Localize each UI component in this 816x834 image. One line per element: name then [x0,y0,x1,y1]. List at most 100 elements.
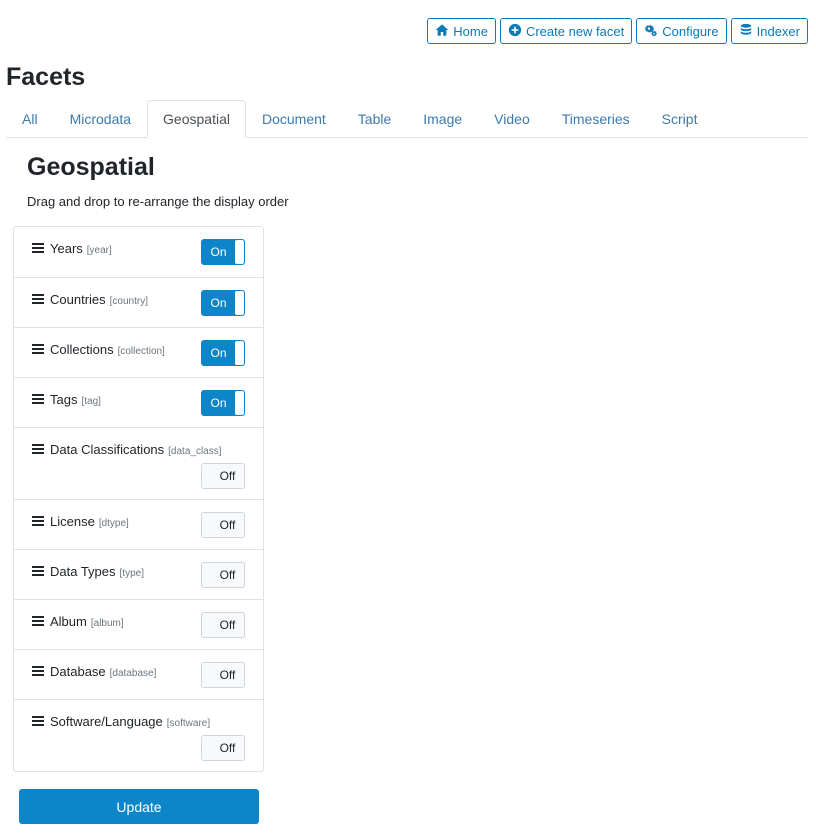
facet-item[interactable]: Collections [collection] On [14,327,263,377]
facet-item[interactable]: Years [year] On [14,227,263,277]
facet-item[interactable]: Tags [tag] On [14,377,263,427]
facet-item[interactable]: Data Types [type] Off [14,549,263,599]
drag-handle-icon[interactable] [32,564,44,576]
toggle-state-label: On [210,396,227,410]
facet-toggle[interactable]: Off [201,662,245,688]
facet-item[interactable]: Album [album] Off [14,599,263,649]
facet-name: Data Types [50,564,116,579]
facet-name: License [50,514,95,529]
drag-handle-icon[interactable] [32,342,44,354]
facet-toggle[interactable]: On [201,390,245,416]
facet-list: Years [year] On Countries [country] On Collect… [13,226,264,772]
indexer-button[interactable]: Indexer [730,18,808,44]
facet-toggle[interactable]: On [201,290,245,316]
home-button-label: Home [453,23,488,39]
facet-toggle[interactable]: Off [201,735,245,761]
toggle-knob [235,240,244,264]
toolbar: Home Create new facet Configure Indexer [427,18,808,44]
drag-handle-icon[interactable] [32,714,44,726]
toggle-knob [202,464,211,488]
facet-name: Countries [50,292,106,307]
toggle-state-label: Off [219,668,236,682]
facet-label: Data Types [type] [32,564,144,579]
facet-name: Collections [50,342,114,357]
configure-label: Configure [662,23,719,39]
tab-script[interactable]: Script [646,100,714,138]
configure-button[interactable]: Configure [636,18,727,44]
tab-video[interactable]: Video [478,100,546,138]
update-button[interactable]: Update [19,789,259,824]
gears-icon [644,23,658,40]
tab-microdata[interactable]: Microdata [54,100,147,138]
facet-label: Tags [tag] [32,392,101,407]
toggle-knob [235,291,244,315]
facet-key: [album] [90,618,124,629]
section-title: Geospatial [27,153,155,181]
drag-handle-icon[interactable] [32,664,44,676]
facet-key: [type] [119,568,144,579]
tab-all[interactable]: All [6,100,54,138]
tab-timeseries[interactable]: Timeseries [546,100,646,138]
home-icon [435,23,449,40]
tab-document[interactable]: Document [246,100,342,138]
instructions: Drag and drop to re-arrange the display … [27,194,289,209]
facet-toggle[interactable]: Off [201,512,245,538]
toggle-state-label: On [210,296,227,310]
facet-toggle[interactable]: On [201,340,245,366]
facet-toggle[interactable]: Off [201,463,245,489]
facet-key: [database] [109,668,157,679]
facet-label: License [dtype] [32,514,129,529]
facet-key: [data_class] [168,446,222,457]
toggle-knob [202,663,211,687]
facet-key: [country] [109,296,148,307]
tab-image[interactable]: Image [407,100,478,138]
facet-toggle[interactable]: Off [201,612,245,638]
create-new-facet-button[interactable]: Create new facet [499,18,633,44]
facet-name: Tags [50,392,78,407]
facet-item[interactable]: License [dtype] Off [14,499,263,549]
facet-name: Album [50,614,87,629]
facet-name: Data Classifications [50,442,165,457]
drag-handle-icon[interactable] [32,514,44,526]
tab-geospatial[interactable]: Geospatial [147,100,246,138]
drag-handle-icon[interactable] [32,442,44,454]
facet-label: Data Classifications [data_class] [32,442,222,457]
toggle-knob [235,341,244,365]
facet-item[interactable]: Software/Language [software] Off [14,699,263,771]
home-button[interactable]: Home [427,18,496,44]
database-icon [739,23,753,40]
drag-handle-icon[interactable] [32,241,44,253]
facet-label: Countries [country] [32,292,148,307]
toggle-state-label: Off [219,469,236,483]
facet-label: Database [database] [32,664,156,679]
facet-key: [dtype] [98,518,129,529]
facet-item[interactable]: Database [database] Off [14,649,263,699]
toggle-knob [202,613,211,637]
toggle-state-label: Off [219,518,236,532]
toggle-state-label: Off [219,568,236,582]
toggle-knob [202,513,211,537]
facet-name: Database [50,664,106,679]
toggle-state-label: On [210,245,227,259]
toggle-knob [235,391,244,415]
tab-table[interactable]: Table [342,100,407,138]
facet-toggle[interactable]: Off [201,562,245,588]
facet-label: Album [album] [32,614,124,629]
facet-key: [year] [86,245,112,256]
toggle-knob [202,736,211,760]
drag-handle-icon[interactable] [32,292,44,304]
facet-toggle[interactable]: On [201,239,245,265]
drag-handle-icon[interactable] [32,614,44,626]
drag-handle-icon[interactable] [32,392,44,404]
facet-label: Collections [collection] [32,342,165,357]
create-new-facet-label: Create new facet [525,23,625,39]
facet-label: Years [year] [32,241,112,256]
toggle-state-label: On [210,346,227,360]
toggle-state-label: Off [219,741,236,755]
facet-item[interactable]: Data Classifications [data_class] Off [14,427,263,499]
facet-label: Software/Language [software] [32,714,210,729]
facet-key: [collection] [117,346,165,357]
indexer-label: Indexer [756,23,800,39]
facet-item[interactable]: Countries [country] On [14,277,263,327]
toggle-state-label: Off [219,618,236,632]
